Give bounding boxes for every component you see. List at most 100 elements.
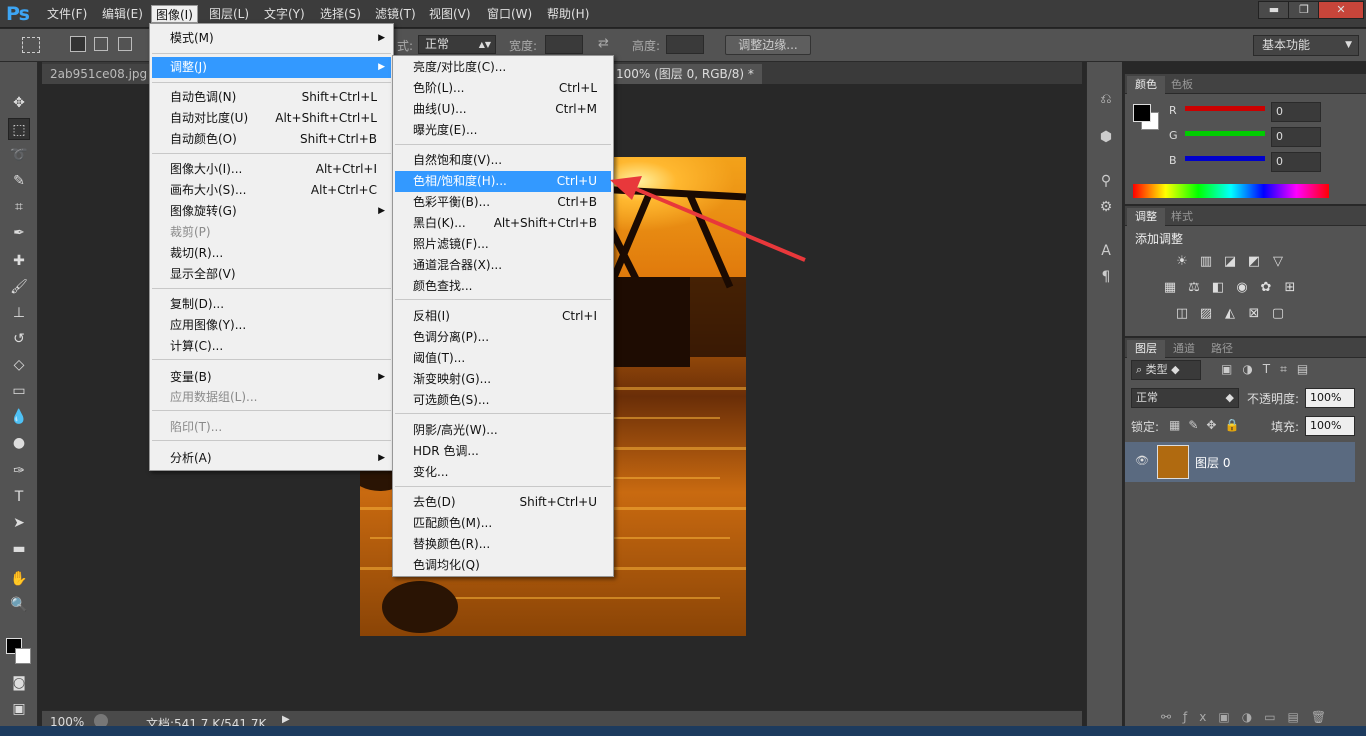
adjust-menu-item-17[interactable]: HDR 色调... xyxy=(395,441,611,462)
tab-channels[interactable]: 通道 xyxy=(1165,340,1203,358)
restore-button[interactable]: ❐ xyxy=(1288,1,1320,19)
lock-icons[interactable]: ▦✎✥🔒 xyxy=(1169,418,1247,432)
adjust-menu-item-6[interactable]: 色彩平衡(B)... Ctrl+B xyxy=(395,192,611,213)
image-menu-item-13[interactable]: 计算(C)... xyxy=(152,336,391,357)
tab-adjustments[interactable]: 调整 xyxy=(1127,208,1165,226)
tab-styles[interactable]: 样式 xyxy=(1163,208,1201,226)
history-brush-icon[interactable]: ↺ xyxy=(8,328,30,350)
image-menu-item-3[interactable]: 自动对比度(U) Alt+Shift+Ctrl+L xyxy=(152,108,391,129)
curves-icon[interactable]: ◪ xyxy=(1221,254,1239,270)
workspace-select[interactable]: 基本功能 ▼ xyxy=(1253,35,1359,56)
healing-brush-icon[interactable]: ✚ xyxy=(8,250,30,272)
dodge-tool-icon[interactable]: ● xyxy=(8,432,30,454)
vibrance-icon[interactable]: ▽ xyxy=(1269,254,1287,270)
lasso-tool-icon[interactable]: ➰ xyxy=(8,144,30,166)
add-selection-icon[interactable] xyxy=(94,37,108,51)
adjust-menu-item-13[interactable]: 阈值(T)... xyxy=(395,348,611,369)
blur-tool-icon[interactable]: 💧 xyxy=(8,406,30,428)
menu-help[interactable]: 帮助(H) xyxy=(543,5,593,23)
menu-image[interactable]: 图像(I) xyxy=(151,5,198,23)
layer-footer-icons[interactable]: ⚯ƒx▣◑▭▤🗑 xyxy=(1161,710,1338,724)
eyedropper-tool-icon[interactable]: ✒ xyxy=(8,222,30,244)
marquee-tool-icon[interactable]: ⬚ xyxy=(8,118,30,140)
quick-mask-icon[interactable]: ◙ xyxy=(8,672,30,694)
adjust-menu-item-21[interactable]: 替换颜色(R)... xyxy=(395,534,611,555)
adjust-menu-item-4[interactable]: 自然饱和度(V)... xyxy=(395,150,611,171)
image-menu-item-17[interactable]: 分析(A) ▶ xyxy=(152,448,391,469)
image-menu-item-5[interactable]: 图像大小(I)... Alt+Ctrl+I xyxy=(152,159,391,180)
brightness-icon[interactable]: ☀ xyxy=(1173,254,1191,270)
image-menu-item-9[interactable]: 裁切(R)... xyxy=(152,243,391,264)
adjust-menu-item-12[interactable]: 色调分离(P)... xyxy=(395,327,611,348)
b-value[interactable]: 0 xyxy=(1271,152,1321,172)
adjust-menu-item-1[interactable]: 色阶(L)... Ctrl+L xyxy=(395,78,611,99)
height-input[interactable] xyxy=(666,35,704,54)
gradient-tool-icon[interactable]: ▭ xyxy=(8,380,30,402)
background-color-swatch[interactable] xyxy=(15,648,31,664)
image-menu-item-6[interactable]: 画布大小(S)... Alt+Ctrl+C xyxy=(152,180,391,201)
adjust-menu-item-16[interactable]: 阴影/高光(W)... xyxy=(395,420,611,441)
tab-color[interactable]: 颜色 xyxy=(1127,76,1165,94)
layer-row[interactable]: 👁 图层 0 xyxy=(1125,442,1355,482)
brush-panel-icon[interactable]: ⚲ xyxy=(1095,170,1117,192)
gradient-map-icon[interactable]: ⊠ xyxy=(1245,306,1263,322)
posterize-icon[interactable]: ▨ xyxy=(1197,306,1215,322)
color-spectrum-bar[interactable] xyxy=(1133,184,1329,198)
history-panel-icon[interactable]: ⎌ xyxy=(1095,88,1117,110)
bw-icon[interactable]: ◧ xyxy=(1209,280,1227,296)
close-button[interactable]: ✕ xyxy=(1318,1,1364,19)
pen-tool-icon[interactable]: ✑ xyxy=(8,460,30,482)
g-slider[interactable] xyxy=(1185,131,1265,136)
adjust-menu-item-14[interactable]: 渐变映射(G)... xyxy=(395,369,611,390)
r-slider[interactable] xyxy=(1185,106,1265,111)
adjust-menu-item-7[interactable]: 黑白(K)... Alt+Shift+Ctrl+B xyxy=(395,213,611,234)
layer-name[interactable]: 图层 0 xyxy=(1195,454,1230,471)
levels-icon[interactable]: ▥ xyxy=(1197,254,1215,270)
menu-type[interactable]: 文字(Y) xyxy=(260,5,309,23)
channel-mixer-icon[interactable]: ✿ xyxy=(1257,280,1275,296)
shape-tool-icon[interactable]: ▬ xyxy=(8,538,30,560)
layer-filter-icons[interactable]: ▣◑T⌗▤ xyxy=(1221,362,1318,377)
color-foreground-swatch[interactable] xyxy=(1133,104,1151,122)
refine-edge-button[interactable]: 调整边缘... xyxy=(725,35,811,55)
balance-icon[interactable]: ⚖ xyxy=(1185,280,1203,296)
menu-filter[interactable]: 滤镜(T) xyxy=(371,5,420,23)
selective-color-icon[interactable]: ▢ xyxy=(1269,306,1287,322)
image-menu-item-14[interactable]: 变量(B) ▶ xyxy=(152,367,391,388)
minimize-button[interactable]: ▬ xyxy=(1258,1,1290,19)
zoom-tool-icon[interactable]: 🔍 xyxy=(8,594,30,616)
adjust-menu-item-11[interactable]: 反相(I) Ctrl+I xyxy=(395,306,611,327)
screen-mode-icon[interactable]: ▣ xyxy=(8,698,30,720)
width-input[interactable] xyxy=(545,35,583,54)
menu-edit[interactable]: 编辑(E) xyxy=(98,5,147,23)
threshold-icon[interactable]: ◭ xyxy=(1221,306,1239,322)
exposure-icon[interactable]: ◩ xyxy=(1245,254,1263,270)
eye-icon[interactable]: 👁 xyxy=(1135,454,1149,467)
blend-mode-select[interactable]: 正常 ◆ xyxy=(1131,388,1239,408)
color-lookup-icon[interactable]: ⊞ xyxy=(1281,280,1299,296)
tool-presets-icon[interactable]: ⚙ xyxy=(1095,196,1117,218)
b-slider[interactable] xyxy=(1185,156,1265,161)
menu-layer[interactable]: 图层(L) xyxy=(205,5,253,23)
tab-layers[interactable]: 图层 xyxy=(1127,340,1165,358)
adjust-menu-item-10[interactable]: 颜色查找... xyxy=(395,276,611,297)
brush-tool-icon[interactable]: 🖌 xyxy=(8,276,30,298)
image-menu-item-11[interactable]: 复制(D)... xyxy=(152,294,391,315)
adjust-menu-item-19[interactable]: 去色(D) Shift+Ctrl+U xyxy=(395,492,611,513)
image-menu-item-7[interactable]: 图像旋转(G) ▶ xyxy=(152,201,391,222)
image-menu-item-4[interactable]: 自动颜色(O) Shift+Ctrl+B xyxy=(152,129,391,150)
adjust-menu-item-22[interactable]: 色调均化(Q) xyxy=(395,555,611,576)
eraser-tool-icon[interactable]: ◇ xyxy=(8,354,30,376)
image-menu-item-2[interactable]: 自动色调(N) Shift+Ctrl+L xyxy=(152,87,391,108)
image-menu-item-0[interactable]: 模式(M) ▶ xyxy=(152,28,391,49)
menu-file[interactable]: 文件(F) xyxy=(43,5,91,23)
hand-tool-icon[interactable]: ✋ xyxy=(8,568,30,590)
invert-icon[interactable]: ◫ xyxy=(1173,306,1191,322)
tab-swatches[interactable]: 色板 xyxy=(1163,76,1201,94)
adjust-menu-item-8[interactable]: 照片滤镜(F)... xyxy=(395,234,611,255)
adjust-menu-item-18[interactable]: 变化... xyxy=(395,462,611,483)
swap-icon[interactable]: ⇄ xyxy=(598,36,609,51)
layer-filter-select[interactable]: ⌕ 类型 ◆ xyxy=(1131,360,1201,380)
menu-window[interactable]: 窗口(W) xyxy=(483,5,536,23)
adjust-menu-item-15[interactable]: 可选颜色(S)... xyxy=(395,390,611,411)
